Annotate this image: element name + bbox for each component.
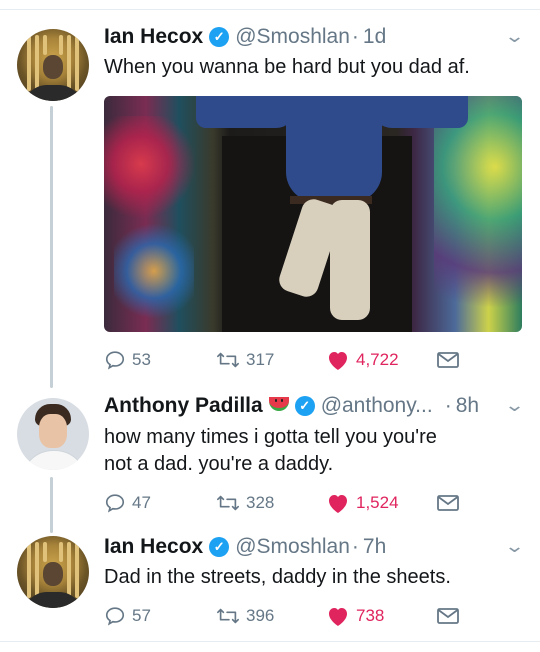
verified-badge-icon: ✓ bbox=[209, 27, 230, 47]
timestamp[interactable]: 7h bbox=[363, 535, 386, 559]
tweet-actions: 57 396 738 bbox=[104, 604, 524, 628]
retweet-button[interactable]: 317 bbox=[216, 348, 274, 372]
watermelon-emoji-icon bbox=[268, 397, 289, 411]
like-button[interactable]: 1,524 bbox=[326, 491, 399, 515]
like-count: 1,524 bbox=[356, 493, 399, 512]
tweet-header: Anthony Padilla ✓ @anthony... · 8h bbox=[104, 392, 479, 420]
chevron-down-icon[interactable]: ⌄ bbox=[504, 26, 525, 47]
like-count: 738 bbox=[356, 606, 385, 625]
direct-message-icon bbox=[437, 608, 459, 624]
chevron-down-icon[interactable]: ⌄ bbox=[504, 395, 525, 416]
reply-icon bbox=[105, 607, 125, 626]
retweet-button[interactable]: 328 bbox=[216, 491, 274, 515]
tweet-actions: 47 328 1,524 bbox=[104, 491, 524, 515]
reply-count: 57 bbox=[132, 606, 151, 625]
tweet-header: Ian Hecox ✓ @Smoshlan · 1d bbox=[104, 23, 386, 51]
avatar[interactable] bbox=[17, 29, 89, 101]
direct-message-button[interactable] bbox=[436, 348, 460, 372]
tweet-header: Ian Hecox ✓ @Smoshlan · 7h bbox=[104, 533, 386, 561]
tweet-actions: 53 317 4,722 bbox=[104, 348, 524, 372]
direct-message-button[interactable] bbox=[436, 491, 460, 515]
verified-badge-icon: ✓ bbox=[209, 537, 230, 557]
like-button[interactable]: 738 bbox=[326, 604, 384, 628]
avatar[interactable] bbox=[17, 536, 89, 608]
retweet-count: 328 bbox=[246, 493, 275, 512]
direct-message-icon bbox=[437, 352, 459, 368]
timestamp[interactable]: 1d bbox=[363, 25, 386, 49]
tweet-text: how many times i gotta tell you you're n… bbox=[104, 424, 524, 478]
heart-icon bbox=[329, 352, 347, 370]
separator-dot: · bbox=[351, 535, 359, 558]
tweet-text-line: how many times i gotta tell you you're bbox=[104, 426, 437, 448]
retweet-button[interactable]: 396 bbox=[216, 604, 274, 628]
display-name[interactable]: Ian Hecox bbox=[104, 25, 203, 49]
tweet[interactable]: Ian Hecox ✓ @Smoshlan · 1d ⌄ When you wa… bbox=[0, 0, 540, 390]
separator-dot: · bbox=[444, 394, 452, 417]
avatar[interactable] bbox=[17, 398, 89, 470]
retweet-icon bbox=[217, 608, 239, 624]
separator-dot: · bbox=[351, 25, 359, 48]
heart-icon bbox=[329, 608, 347, 626]
tweet-text: When you wanna be hard but you dad af. bbox=[104, 56, 470, 78]
user-handle[interactable]: @anthony... bbox=[321, 394, 433, 418]
reply-count: 53 bbox=[132, 350, 151, 369]
reply-button[interactable]: 57 bbox=[104, 604, 151, 628]
direct-message-button[interactable] bbox=[436, 604, 460, 628]
heart-icon bbox=[329, 495, 347, 513]
tweet[interactable]: Ian Hecox ✓ @Smoshlan · 7h ⌄ Dad in the … bbox=[0, 520, 540, 642]
tweet-media-image[interactable] bbox=[104, 96, 522, 332]
display-name[interactable]: Ian Hecox bbox=[104, 535, 203, 559]
user-handle[interactable]: @Smoshlan bbox=[235, 535, 350, 559]
reply-button[interactable]: 53 bbox=[104, 348, 151, 372]
verified-badge-icon: ✓ bbox=[294, 396, 315, 416]
tweet-text-line: not a dad. you're a daddy. bbox=[104, 453, 334, 475]
retweet-icon bbox=[217, 352, 239, 368]
reply-icon bbox=[105, 351, 125, 370]
direct-message-icon bbox=[437, 495, 459, 511]
like-button[interactable]: 4,722 bbox=[326, 348, 399, 372]
reply-button[interactable]: 47 bbox=[104, 491, 151, 515]
reply-count: 47 bbox=[132, 493, 151, 512]
timestamp[interactable]: 8h bbox=[456, 394, 479, 418]
tweet[interactable]: Anthony Padilla ✓ @anthony... · 8h ⌄ how… bbox=[0, 390, 540, 520]
like-count: 4,722 bbox=[356, 350, 399, 369]
tweet-text: Dad in the streets, daddy in the sheets. bbox=[104, 566, 451, 588]
retweet-icon bbox=[217, 495, 239, 511]
display-name[interactable]: Anthony Padilla bbox=[104, 394, 263, 418]
retweet-count: 396 bbox=[246, 606, 275, 625]
chevron-down-icon[interactable]: ⌄ bbox=[504, 536, 525, 557]
retweet-count: 317 bbox=[246, 350, 275, 369]
user-handle[interactable]: @Smoshlan bbox=[235, 25, 350, 49]
reply-icon bbox=[105, 494, 125, 513]
